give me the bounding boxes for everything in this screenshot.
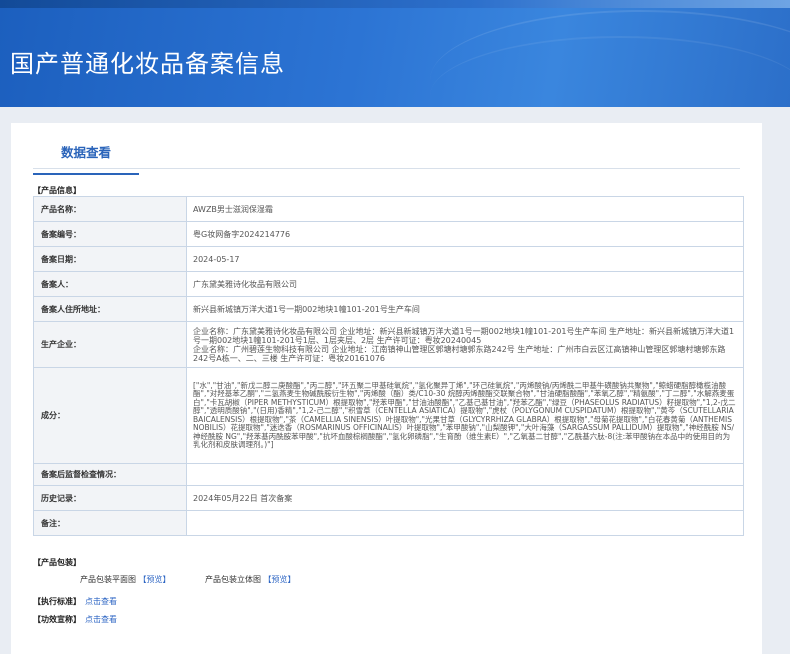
table-row: 历史记录： 2024年05月22日 首次备案 bbox=[33, 485, 744, 511]
table-row: 备案人住所地址： 新兴县新城镇万洋大道1号一期002地块1幢101-201号生产… bbox=[33, 296, 744, 322]
packaging-flat-preview-link[interactable]: 【预览】 bbox=[139, 575, 171, 584]
table-row: 生产企业： 企业名称：广东黛美雅诗化妆品有限公司 企业地址：新兴县新城镇万洋大道… bbox=[33, 321, 744, 368]
row-value bbox=[186, 510, 744, 536]
row-key: 备案人住所地址： bbox=[33, 296, 187, 322]
table-row: 备注： bbox=[33, 510, 744, 536]
packaging-flat-item: 产品包装平面图 【预览】 bbox=[80, 574, 171, 585]
standard-view-link[interactable]: 点击查看 bbox=[85, 596, 117, 607]
table-row: 备案后监督检查情况： bbox=[33, 463, 744, 486]
row-value bbox=[186, 463, 744, 486]
row-value: 新兴县新城镇万洋大道1号一期002地块1幢101-201号生产车间 bbox=[186, 296, 744, 322]
ingredients-value: ["水","甘油","新戊二醇二庚酸酯","丙二醇","环五聚二甲基硅氧烷","… bbox=[186, 367, 744, 464]
banner-top-stripe bbox=[0, 0, 790, 8]
table-row: 备案编号： 粤G妆网备字2024214776 bbox=[33, 221, 744, 247]
row-key: 备注： bbox=[33, 510, 187, 536]
packaging-3d-preview-link[interactable]: 【预览】 bbox=[264, 575, 296, 584]
claims-view-link[interactable]: 点击查看 bbox=[85, 614, 117, 625]
row-key: 备案编号： bbox=[33, 221, 187, 247]
tab-divider bbox=[33, 168, 740, 169]
row-value: 广东黛美雅诗化妆品有限公司 bbox=[186, 271, 744, 297]
row-value: 粤G妆网备字2024214776 bbox=[186, 221, 744, 247]
row-key: 历史记录： bbox=[33, 485, 187, 511]
row-value: 2024-05-17 bbox=[186, 246, 744, 272]
packaging-3d-item: 产品包装立体图 【预览】 bbox=[205, 574, 296, 585]
product-info-table: 产品名称： AWZB男士滋润保湿霜 备案编号： 粤G妆网备字2024214776… bbox=[33, 196, 744, 536]
page-title: 国产普通化妆品备案信息 bbox=[10, 50, 285, 78]
content-card: 数据查看 【产品信息】 产品名称： AWZB男士滋润保湿霜 备案编号： 粤G妆网… bbox=[11, 123, 762, 654]
product-info-section-title: 【产品信息】 bbox=[33, 186, 81, 195]
table-row: 备案日期： 2024-05-17 bbox=[33, 246, 744, 272]
row-key: 备案人： bbox=[33, 271, 187, 297]
table-row: 备案人： 广东黛美雅诗化妆品有限公司 bbox=[33, 271, 744, 297]
packaging-3d-label: 产品包装立体图 bbox=[205, 575, 261, 584]
row-key: 备案日期： bbox=[33, 246, 187, 272]
row-key: 生产企业： bbox=[33, 321, 187, 368]
packaging-flat-label: 产品包装平面图 bbox=[80, 575, 136, 584]
row-key: 产品名称： bbox=[33, 196, 187, 222]
tab-data-view[interactable]: 数据查看 bbox=[33, 142, 139, 175]
row-value: 2024年05月22日 首次备案 bbox=[186, 485, 744, 511]
table-row: 成分： ["水","甘油","新戊二醇二庚酸酯","丙二醇","环五聚二甲基硅氧… bbox=[33, 367, 744, 464]
claims-section-title: 【功效宣称】 bbox=[33, 615, 81, 624]
standard-section-title: 【执行标准】 bbox=[33, 597, 81, 606]
row-value: 企业名称：广东黛美雅诗化妆品有限公司 企业地址：新兴县新城镇万洋大道1号一期00… bbox=[186, 321, 744, 368]
packaging-section-title: 【产品包装】 bbox=[33, 558, 81, 567]
row-key: 备案后监督检查情况： bbox=[33, 463, 187, 486]
header-banner: 国产普通化妆品备案信息 bbox=[0, 0, 790, 107]
row-key: 成分： bbox=[33, 367, 187, 464]
row-value: AWZB男士滋润保湿霜 bbox=[186, 196, 744, 222]
table-row: 产品名称： AWZB男士滋润保湿霜 bbox=[33, 196, 744, 222]
